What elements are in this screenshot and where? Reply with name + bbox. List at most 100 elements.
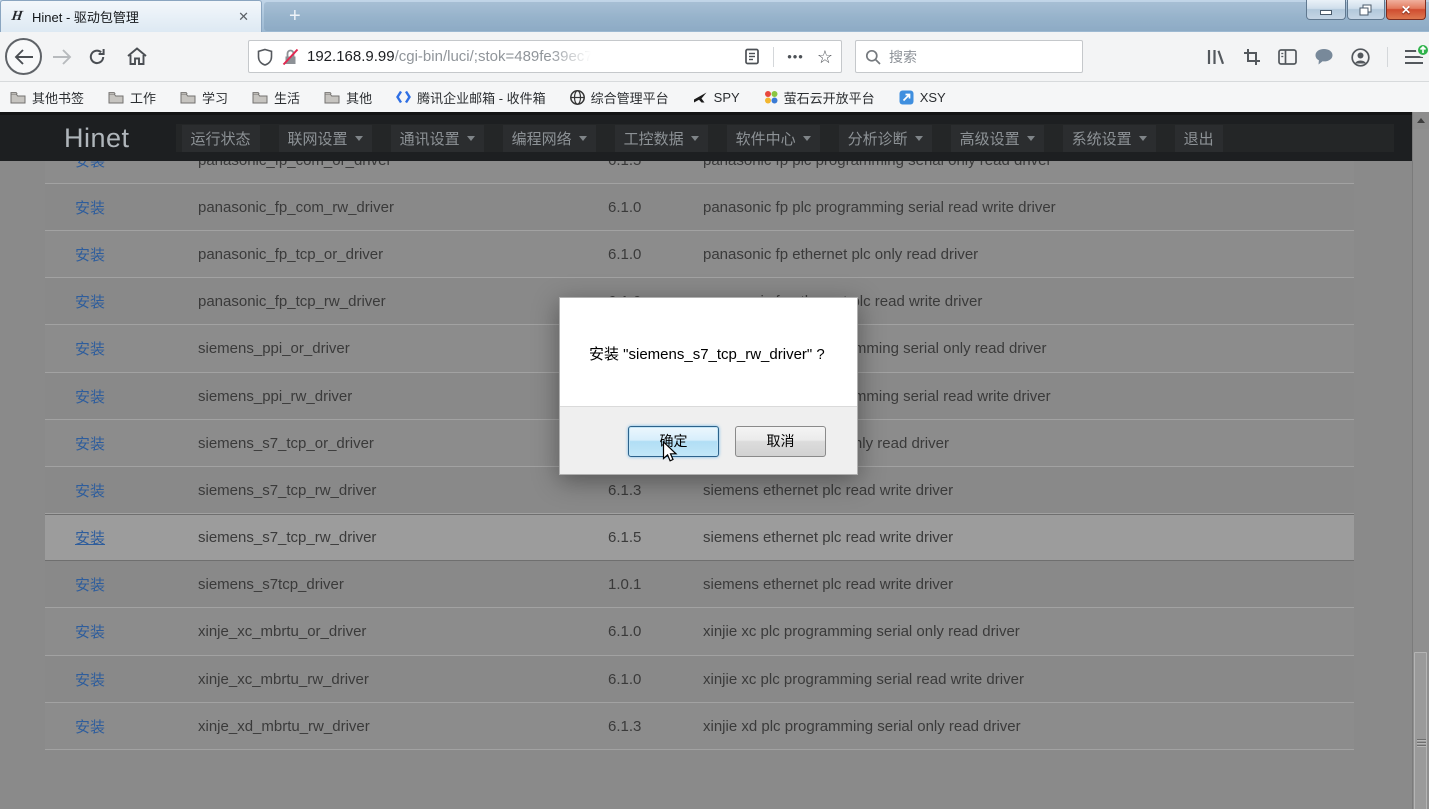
bookmark-star-icon[interactable]: ☆ [817, 48, 833, 66]
nav-item-ics-data[interactable]: 工控数据 [615, 125, 708, 152]
back-icon [14, 49, 34, 65]
forward-button[interactable] [52, 49, 72, 65]
scroll-up-button[interactable] [1413, 112, 1429, 129]
install-link[interactable]: 安装 [75, 669, 198, 690]
nav-item-system-settings[interactable]: 系统设置 [1063, 125, 1156, 152]
reload-button[interactable] [88, 47, 107, 66]
page-actions-icon[interactable]: ••• [787, 49, 804, 64]
driver-name: siemens_s7_tcp_rw_driver [198, 529, 608, 546]
bookmark-item[interactable]: 学习 [180, 88, 228, 107]
table-row: 安装 panasonic_fp_com_or_driver 6.1.5 pana… [45, 161, 1354, 184]
thumb-grip [1417, 739, 1426, 740]
account-icon[interactable] [1351, 48, 1370, 67]
install-link[interactable]: 安装 [75, 527, 198, 548]
driver-version: 6.1.0 [608, 671, 703, 688]
bookmark-item[interactable]: 生活 [252, 88, 300, 107]
close-button[interactable]: ✕ [1386, 0, 1426, 20]
nav-item-analysis-diagnosis[interactable]: 分析诊断 [839, 125, 932, 152]
bookmark-item[interactable]: 其他 [324, 88, 372, 107]
bookmarks-list: 其他书签 工作 学习 生活 其他 腾讯企业邮箱 - 收件箱 综合管理平台 SPY… [10, 88, 946, 107]
table-row: 安装 xinje_xd_mbrtu_rw_driver 6.1.3 xinjie… [45, 703, 1354, 750]
folder-icon [252, 91, 268, 104]
home-button[interactable] [126, 46, 148, 66]
table-row: 安装 panasonic_fp_com_rw_driver 6.1.0 pana… [45, 184, 1354, 231]
insecure-lock-icon[interactable] [282, 48, 299, 66]
driver-name: siemens_s7tcp_driver [198, 576, 608, 593]
scrollbar-thumb[interactable] [1414, 652, 1427, 809]
app-navbar: Hinet 运行状态 联网设置 通讯设置 编程网络 工控数据 软件中心 分析诊断… [0, 112, 1412, 161]
driver-version: 6.1.5 [608, 161, 703, 169]
dialog-footer: 确定 取消 [560, 406, 857, 474]
chevron-down-icon [1027, 136, 1035, 141]
reader-mode-icon[interactable] [744, 48, 760, 65]
folder-icon [324, 91, 340, 104]
nav-item-advanced-settings[interactable]: 高级设置 [951, 125, 1044, 152]
chevron-down-icon [1139, 136, 1147, 141]
driver-version: 6.1.0 [608, 199, 703, 216]
bookmark-item[interactable]: 其他书签 [10, 88, 84, 107]
install-link[interactable]: 安装 [75, 433, 198, 454]
bookmark-item[interactable]: 萤石云开放平台 [764, 88, 875, 107]
driver-name: panasonic_fp_tcp_or_driver [198, 246, 608, 263]
restore-icon [1359, 4, 1373, 16]
search-icon [865, 49, 881, 65]
bookmark-item[interactable]: 腾讯企业邮箱 - 收件箱 [396, 88, 546, 107]
sidebar-icon[interactable] [1278, 49, 1297, 65]
install-link[interactable]: 安装 [75, 291, 198, 312]
bookmark-item[interactable]: 综合管理平台 [570, 88, 669, 107]
nav-item-run-status[interactable]: 运行状态 [182, 125, 260, 152]
chevron-down-icon [579, 136, 587, 141]
mail-icon [396, 90, 411, 104]
back-button[interactable] [5, 38, 42, 75]
nav-item-software-center[interactable]: 软件中心 [727, 125, 820, 152]
install-link[interactable]: 安装 [75, 338, 198, 359]
shield-icon[interactable] [257, 48, 273, 66]
url-text[interactable]: 192.168.9.99/cgi-bin/luci/;stok=489fe39e… [307, 48, 744, 65]
driver-name: panasonic_fp_com_or_driver [198, 161, 608, 169]
dots-icon [764, 90, 778, 104]
nav-item-logout[interactable]: 退出 [1175, 125, 1223, 152]
install-link[interactable]: 安装 [75, 197, 198, 218]
url-bar[interactable]: 192.168.9.99/cgi-bin/luci/;stok=489fe39e… [248, 40, 842, 73]
arrow-up-icon [1417, 118, 1425, 123]
install-link[interactable]: 安装 [75, 244, 198, 265]
minimize-button[interactable] [1306, 0, 1346, 20]
nav-item-network-settings[interactable]: 联网设置 [279, 125, 372, 152]
nav-item-prog-network[interactable]: 编程网络 [503, 125, 596, 152]
install-link[interactable]: 安装 [75, 161, 198, 171]
url-path: /cgi-bin/luci/;stok=489fe39ec7 [395, 48, 593, 65]
bookmark-item[interactable]: SPY [693, 90, 740, 105]
screenshot-icon[interactable] [1243, 48, 1261, 66]
table-row: 安装 xinje_xc_mbrtu_rw_driver 6.1.0 xinjie… [45, 656, 1354, 703]
folder-icon [108, 91, 124, 104]
new-tab-button[interactable]: + [281, 2, 309, 30]
driver-name: xinje_xc_mbrtu_rw_driver [198, 671, 608, 688]
bookmark-item[interactable]: 工作 [108, 88, 156, 107]
nav-item-comm-settings[interactable]: 通讯设置 [391, 125, 484, 152]
search-box[interactable] [855, 40, 1083, 73]
cancel-button[interactable]: 取消 [735, 426, 826, 457]
restore-button[interactable] [1347, 0, 1385, 20]
table-row: 安装 xinje_xc_mbrtu_or_driver 6.1.0 xinjie… [45, 608, 1354, 655]
tab-close-icon[interactable]: ✕ [234, 7, 253, 27]
install-link[interactable]: 安装 [75, 386, 198, 407]
driver-version: 6.1.0 [608, 246, 703, 263]
bookmark-item[interactable]: XSY [899, 90, 946, 105]
install-link[interactable]: 安装 [75, 574, 198, 595]
vertical-scrollbar[interactable] [1412, 112, 1429, 809]
chat-bubble-icon[interactable] [1314, 48, 1334, 66]
search-input[interactable] [889, 49, 1073, 65]
install-link[interactable]: 安装 [75, 621, 198, 642]
library-icon[interactable] [1206, 48, 1226, 66]
urlbar-divider [773, 47, 774, 67]
menu-icon[interactable] [1405, 50, 1423, 64]
driver-description: xinjie xd plc programming serial only re… [703, 718, 1354, 735]
driver-name: siemens_s7_tcp_or_driver [198, 435, 608, 452]
install-link[interactable]: 安装 [75, 716, 198, 737]
toolbar-divider [1387, 47, 1388, 67]
tab-title: Hinet - 驱动包管理 [32, 7, 234, 26]
install-link[interactable]: 安装 [75, 480, 198, 501]
driver-name: panasonic_fp_com_rw_driver [198, 199, 608, 216]
browser-tab[interactable]: H Hinet - 驱动包管理 ✕ [0, 0, 262, 32]
spy-icon [693, 91, 708, 104]
